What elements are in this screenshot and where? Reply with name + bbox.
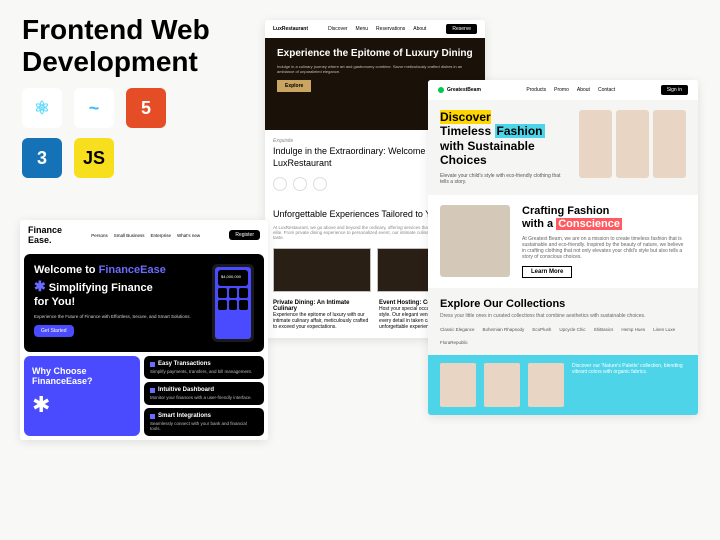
feature-card: Intuitive Dashboard Monitor your finance… (144, 382, 264, 405)
feature-card: Smart Integrations Seamlessly connect wi… (144, 408, 264, 436)
tech-stack-icons: ⚛ ~ 5 3 JS (22, 88, 166, 178)
feature-icon (150, 414, 155, 419)
gb-logo-icon (438, 87, 444, 93)
lux-nav-item[interactable]: Discover (328, 26, 347, 32)
kid-image (653, 110, 686, 178)
react-icon: ⚛ (22, 88, 62, 128)
tailwind-icon: ~ (74, 88, 114, 128)
category-link[interactable]: Hemp Hues (621, 327, 645, 332)
lux-brand: LuxRestaurant (273, 26, 308, 32)
fe-nav-item[interactable]: Persons (91, 233, 108, 238)
banner-kid-image (528, 363, 564, 407)
gb-brand: GreatestBeam (438, 87, 481, 93)
category-link[interactable]: Linen Luxe (653, 327, 675, 332)
fe-nav-item[interactable]: What's new (177, 233, 200, 238)
gb-coll-sub: Dress your little ones in curated collec… (440, 313, 686, 319)
phone-mockup: $4,000,000 (212, 264, 254, 342)
fe-nav-item[interactable]: Enterprise (151, 233, 172, 238)
feature-icon (150, 388, 155, 393)
gb-nav: GreatestBeam Products Promo About Contac… (428, 80, 698, 100)
category-link[interactable]: EcoPlush (532, 327, 551, 332)
why-title: Why Choose FinanceEase? (32, 366, 132, 386)
banner-text: Discover our 'Nature's Palette' collecti… (572, 363, 686, 375)
fe-hero-title: Welcome to FinanceEase ✱ Simplifying Fin… (34, 264, 204, 309)
social-icon[interactable] (293, 177, 307, 191)
social-icon[interactable] (273, 177, 287, 191)
category-link[interactable]: FloraRepublic (440, 340, 468, 345)
css3-icon: 3 (22, 138, 62, 178)
fe-card: FinanceEase. Persons Small Business Ente… (20, 220, 268, 440)
category-link[interactable]: ShiBasics (594, 327, 614, 332)
lux-nav-item[interactable]: Menu (356, 26, 369, 32)
kid-image (616, 110, 649, 178)
gb-nav-item[interactable]: Products (526, 87, 546, 93)
fe-brand: FinanceEase. (28, 225, 62, 245)
get-started-button[interactable]: Get Started (34, 325, 74, 337)
gb-nav-item[interactable]: Promo (554, 87, 569, 93)
gb-card: GreatestBeam Products Promo About Contac… (428, 80, 698, 415)
lux-tag: Exquisite (273, 138, 293, 144)
gb-craft-text: At Greatest Beam, we are on a mission to… (522, 236, 686, 260)
category-link[interactable]: Bohemian Rhapsody (483, 327, 525, 332)
banner-kid-image (440, 363, 476, 407)
gb-nav-item[interactable]: Contact (598, 87, 615, 93)
gb-categories: Classic Elegance Bohemian Rhapsody EcoPl… (440, 327, 686, 345)
lux-card1-text: Experience the epitome of luxury with ou… (273, 312, 371, 330)
lux-card1-title: Private Dining: An Intimate Culinary (273, 300, 349, 312)
register-button[interactable]: Register (229, 230, 260, 240)
fe-hero-sub: Experience the Future of Finance with Ef… (34, 314, 204, 319)
html5-icon: 5 (126, 88, 166, 128)
lux-reserve-button[interactable]: Reserve (446, 24, 477, 34)
lux-hero-sub: Indulge in a culinary journey where art … (277, 64, 473, 74)
lux-menu: Discover Menu Reservations About (328, 26, 426, 32)
gb-hero-sub: Elevate your child's style with eco-frie… (440, 173, 569, 185)
js-icon: JS (74, 138, 114, 178)
star-icon: ✱ (32, 392, 132, 418)
feature-icon (150, 362, 155, 367)
lux-nav-item[interactable]: Reservations (376, 26, 405, 32)
lux-nav: LuxRestaurant Discover Menu Reservations… (265, 20, 485, 38)
gb-signin-button[interactable]: Sign in (661, 85, 688, 95)
lux-nav-item[interactable]: About (413, 26, 426, 32)
gb-craft-title: Crafting Fashion with a Conscience (522, 205, 686, 231)
feature-card: Easy Transactions Simplify payments, tra… (144, 356, 264, 379)
fe-nav-item[interactable]: Small Business (114, 233, 145, 238)
lux-image (273, 248, 371, 292)
category-link[interactable]: Upcycle Chic (559, 327, 585, 332)
kid-image (579, 110, 612, 178)
gb-coll-title: Explore Our Collections (440, 298, 686, 310)
gb-nav-item[interactable]: About (577, 87, 590, 93)
lux-hero-title: Experience the Epitome of Luxury Dining (277, 48, 473, 60)
page-title: Frontend Web Development (22, 14, 210, 78)
family-image (440, 205, 510, 277)
social-icon[interactable] (313, 177, 327, 191)
lux-explore-button[interactable]: Explore (277, 80, 311, 92)
learn-more-button[interactable]: Learn More (522, 266, 572, 278)
category-link[interactable]: Classic Elegance (440, 327, 475, 332)
gb-hero-title: Discover Timeless Fashion with Sustainab… (440, 110, 569, 168)
banner-kid-image (484, 363, 520, 407)
balance-card: $4,000,000 (218, 270, 248, 286)
